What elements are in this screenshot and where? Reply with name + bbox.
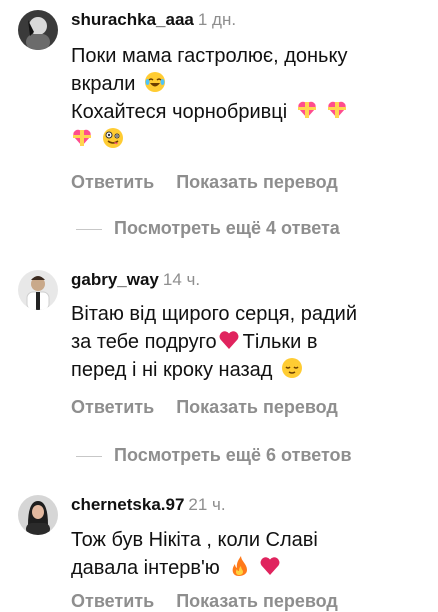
- user-avatar-photo-icon: [18, 270, 58, 310]
- reply-button[interactable]: Ответить: [71, 172, 154, 192]
- comment-text: Поки мама гастролює, доньку вкрали Кохай…: [71, 42, 421, 154]
- comment-actions: Ответить Показать перевод: [71, 171, 338, 193]
- avatar[interactable]: [18, 270, 58, 310]
- user-avatar-photo-icon: [18, 495, 58, 535]
- relieved-face-icon: [281, 357, 303, 379]
- username[interactable]: gabry_way: [71, 270, 159, 289]
- reply-button[interactable]: Ответить: [71, 397, 154, 417]
- user-avatar-photo-icon: [18, 10, 58, 50]
- fire-icon: [228, 555, 250, 577]
- translate-button[interactable]: Показать перевод: [176, 397, 338, 417]
- comment-header: gabry_way 14 ч.: [71, 270, 200, 290]
- avatar[interactable]: [18, 495, 58, 535]
- red-heart-icon: [218, 329, 240, 351]
- avatar[interactable]: [18, 10, 58, 50]
- divider-line: [76, 228, 102, 230]
- timestamp: 21 ч.: [188, 495, 226, 514]
- comment-actions: Ответить Показать перевод: [71, 396, 338, 418]
- red-heart-icon: [259, 555, 281, 577]
- timestamp: 14 ч.: [162, 270, 201, 289]
- translate-button[interactable]: Показать перевод: [176, 172, 338, 192]
- comment-actions: Ответить Показать перевод: [71, 590, 338, 612]
- comment-header: shurachka_aaa 1 дн.: [71, 10, 236, 30]
- heart-with-ribbon-icon: [326, 99, 348, 121]
- username[interactable]: chernetska.97: [71, 495, 184, 514]
- face-with-tears-of-joy-icon: [144, 71, 166, 93]
- zany-face-icon: [102, 127, 124, 149]
- reply-button[interactable]: Ответить: [71, 591, 154, 611]
- timestamp: 1 дн.: [197, 10, 237, 29]
- view-more-replies-button[interactable]: Посмотреть ещё 6 ответов: [76, 444, 352, 466]
- divider-line: [76, 455, 102, 457]
- comment-header: chernetska.97 21 ч.: [71, 495, 226, 515]
- username[interactable]: shurachka_aaa: [71, 10, 194, 29]
- heart-with-ribbon-icon: [71, 127, 93, 149]
- comment-text: Тож був Нікіта , коли Славі давала інтер…: [71, 529, 318, 579]
- heart-with-ribbon-icon: [296, 99, 318, 121]
- comment-text: Вітаю від щирого серця, радий за тебе по…: [71, 303, 358, 381]
- translate-button[interactable]: Показать перевод: [176, 591, 338, 611]
- view-more-replies-button[interactable]: Посмотреть ещё 4 ответа: [76, 217, 340, 239]
